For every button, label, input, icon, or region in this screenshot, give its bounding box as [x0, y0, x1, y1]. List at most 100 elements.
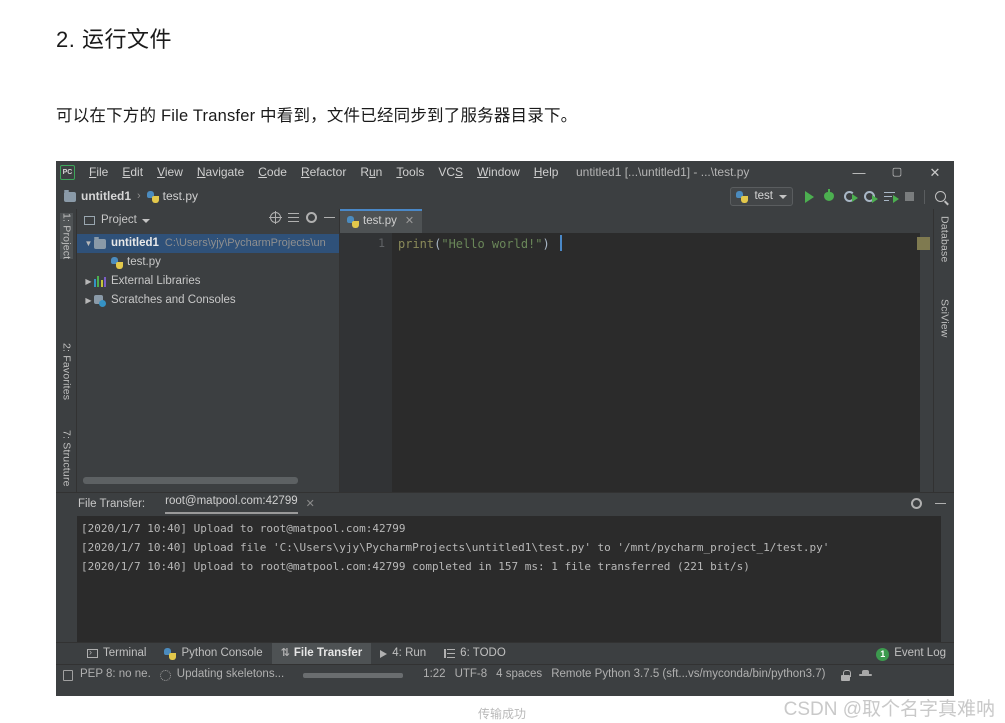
figure-caption: 传输成功	[478, 707, 527, 721]
menu-item-edit[interactable]: Edit	[115, 163, 150, 181]
run-icon[interactable]	[799, 187, 819, 207]
inspection-toggle-icon[interactable]	[63, 669, 73, 681]
page-title: 2. 运行文件	[56, 27, 172, 52]
caret-position[interactable]: 1:22	[423, 668, 445, 682]
run-with-console-icon[interactable]	[879, 187, 899, 207]
tab-testpy[interactable]: test.py ✕	[340, 209, 423, 233]
file-encoding[interactable]: UTF-8	[455, 668, 488, 682]
hide-icon[interactable]	[935, 502, 946, 505]
tree-label-external-libraries: External Libraries	[111, 274, 201, 287]
tree-row-external-libraries[interactable]: ▶ External Libraries	[77, 272, 339, 291]
coverage-icon[interactable]	[839, 187, 859, 207]
editor-scrollbar[interactable]	[917, 233, 933, 492]
expand-arrow-icon[interactable]: ▼	[83, 239, 94, 249]
project-horizontal-scrollbar[interactable]	[83, 477, 298, 484]
menu-item-refactor[interactable]: Refactor	[294, 163, 353, 181]
sidebar-item-structure[interactable]: 7: Structure	[60, 430, 73, 487]
transfer-arrows-icon: ⇅	[280, 646, 290, 659]
breadcrumb-file[interactable]: test.py	[163, 189, 198, 203]
menu-item-help[interactable]: Help	[527, 163, 566, 181]
debug-icon[interactable]	[819, 187, 839, 207]
tree-label-testpy: test.py	[127, 255, 161, 268]
menu-item-view[interactable]: View	[150, 163, 190, 181]
left-tool-strip: 1: Project 2: Favorites 7: Structure	[56, 209, 77, 492]
right-tool-strip: Database SciView	[933, 209, 954, 492]
tab-file-transfer[interactable]: ⇅ File Transfer	[271, 642, 372, 665]
settings-gear-icon[interactable]	[306, 212, 317, 223]
code-editor[interactable]: 1 print("Hello world!")	[340, 233, 933, 492]
code-function: print	[398, 237, 435, 251]
tree-row-project[interactable]: ▼ untitled1 C:\Users\yjy\PycharmProjects…	[77, 234, 339, 253]
search-everywhere-icon[interactable]	[930, 187, 950, 207]
tree-label-scratches: Scratches and Consoles	[111, 293, 236, 306]
csdn-watermark: CSDN @取个名字真难呐	[783, 699, 995, 720]
breadcrumb-project[interactable]: untitled1	[81, 189, 131, 203]
project-panel-header: Project	[77, 209, 339, 232]
project-panel: Project ▼ untitled1 C:\Users\yjy\Pycharm…	[77, 209, 340, 492]
expand-arrow-icon[interactable]: ▶	[83, 296, 94, 306]
file-transfer-connection-tab[interactable]: root@matpool.com:42799	[165, 495, 298, 514]
event-log-button[interactable]: 1 Event Log	[876, 643, 946, 665]
close-icon[interactable]: ✕	[306, 498, 315, 511]
python-interpreter[interactable]: Remote Python 3.7.5 (sft...vs/myconda/bi…	[551, 668, 825, 682]
status-bar: PEP 8: no ne. Updating skeletons... 1:22…	[56, 664, 954, 685]
maximize-icon[interactable]: ▢	[878, 161, 916, 184]
menu-item-vcs[interactable]: VCS	[431, 163, 470, 181]
tab-terminal[interactable]: Terminal	[78, 643, 155, 665]
project-tree: ▼ untitled1 C:\Users\yjy\PycharmProjects…	[77, 232, 339, 310]
minimize-icon[interactable]: —	[840, 161, 878, 184]
editor-area: test.py ✕ 1 print("Hello world!")	[340, 209, 933, 492]
sidebar-item-project[interactable]: 1: Project	[60, 213, 73, 260]
tab-todo[interactable]: 6: TODO	[435, 643, 515, 665]
menu-item-window[interactable]: Window	[470, 163, 527, 181]
locate-target-icon[interactable]	[269, 211, 282, 224]
menu-item-navigate[interactable]: Navigate	[190, 163, 251, 181]
inspection-status[interactable]: PEP 8: no ne.	[80, 668, 151, 682]
tab-close-icon[interactable]: ✕	[405, 215, 414, 228]
tree-row-testpy[interactable]: test.py	[77, 253, 339, 272]
project-view-icon	[84, 216, 95, 225]
tab-python-console[interactable]: Python Console	[155, 643, 271, 665]
sidebar-item-database[interactable]: Database	[938, 216, 951, 263]
tab-run[interactable]: 4: Run	[371, 643, 435, 665]
file-transfer-header: File Transfer: root@matpool.com:42799 ✕	[56, 493, 954, 516]
editor-tab-strip: test.py ✕	[340, 209, 933, 233]
stop-icon[interactable]	[899, 187, 919, 207]
tab-label: Python Console	[181, 646, 263, 659]
hide-icon[interactable]	[324, 216, 335, 219]
todo-list-icon	[444, 649, 456, 659]
ide-main-body: 1: Project 2: Favorites 7: Structure Pro…	[56, 209, 954, 492]
menu-item-code[interactable]: Code	[251, 163, 294, 181]
chevron-down-icon[interactable]	[141, 218, 150, 223]
python-file-icon	[347, 216, 359, 228]
menu-item-file[interactable]: File	[82, 163, 115, 181]
file-transfer-scrollbar[interactable]	[941, 516, 954, 642]
editor-marker	[917, 237, 930, 250]
sidebar-item-favorites[interactable]: 2: Favorites	[60, 343, 73, 400]
tab-label: File Transfer	[293, 646, 363, 659]
menu-bar: PC File Edit View Navigate Code Refactor…	[56, 161, 954, 184]
collapse-all-icon[interactable]	[288, 212, 299, 223]
settings-gear-icon[interactable]	[911, 498, 922, 509]
file-transfer-log: [2020/1/7 10:40] Upload to root@matpool.…	[77, 516, 941, 642]
expand-arrow-icon[interactable]: ▶	[83, 277, 94, 287]
close-icon[interactable]: ✕	[916, 161, 954, 184]
bottom-tool-tabs: Terminal Python Console ⇅ File Transfer …	[56, 642, 954, 665]
tree-row-scratches[interactable]: ▶ Scratches and Consoles	[77, 291, 339, 310]
indent-setting[interactable]: 4 spaces	[496, 668, 542, 682]
toolbar-divider	[924, 189, 925, 204]
lock-icon[interactable]	[841, 669, 852, 681]
run-configuration-selector[interactable]: test	[730, 187, 793, 206]
profile-icon[interactable]	[859, 187, 879, 207]
library-icon	[94, 276, 106, 287]
event-count-badge: 1	[876, 647, 890, 661]
sidebar-item-sciview[interactable]: SciView	[938, 299, 951, 338]
menu-item-tools[interactable]: Tools	[389, 163, 431, 181]
project-panel-tools	[269, 211, 335, 224]
hacker-icon[interactable]	[859, 669, 873, 681]
chevron-down-icon	[779, 194, 787, 199]
menu-item-run[interactable]: Run	[353, 163, 389, 181]
navigation-bar: untitled1 › test.py test	[56, 184, 954, 209]
window-controls: — ▢ ✕	[840, 161, 954, 184]
file-transfer-panel: File Transfer: root@matpool.com:42799 ✕ …	[56, 492, 954, 642]
